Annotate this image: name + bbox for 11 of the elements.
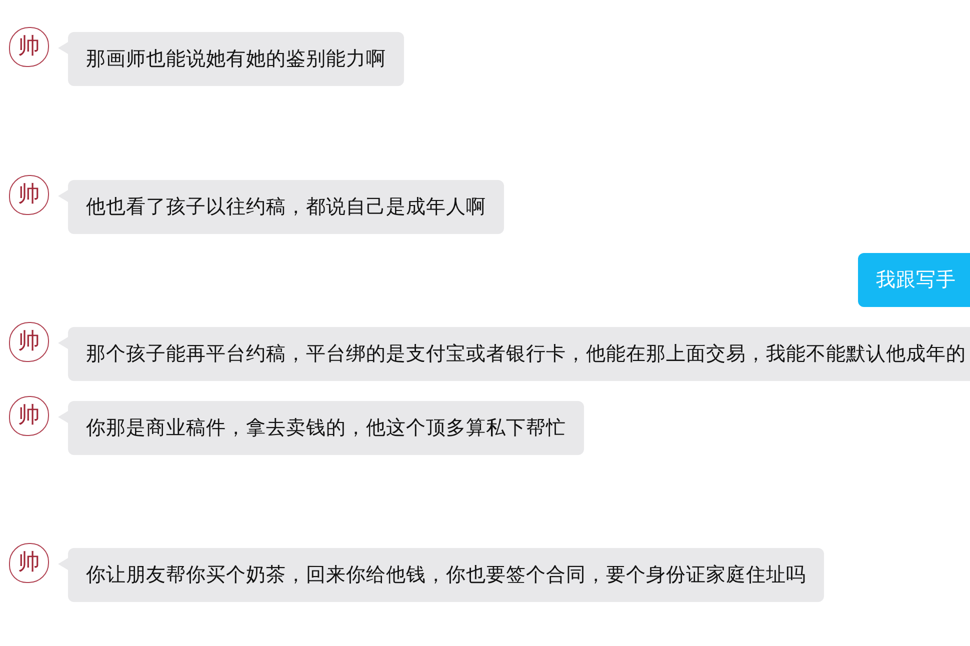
- message-bubble: 你让朋友帮你买个奶茶，回来你给他钱，你也要签个合同，要个身份证家庭住址吗: [68, 548, 824, 602]
- avatar: 帅: [9, 175, 49, 215]
- avatar: 帅: [9, 396, 49, 436]
- message-bubble: 他也看了孩子以往约稿，都说自己是成年人啊: [68, 180, 504, 234]
- message-bubble: 我跟写手: [858, 253, 970, 307]
- avatar: 帅: [9, 27, 49, 67]
- message-bubble: 你那是商业稿件，拿去卖钱的，他这个顶多算私下帮忙: [68, 401, 584, 455]
- message-bubble: 那个孩子能再平台约稿，平台绑的是支付宝或者银行卡，他能在那上面交易，我能不能默认他成年的: [68, 327, 970, 381]
- avatar: 帅: [9, 322, 49, 362]
- avatar: 帅: [9, 543, 49, 583]
- message-bubble: 那画师也能说她有她的鉴别能力啊: [68, 32, 404, 86]
